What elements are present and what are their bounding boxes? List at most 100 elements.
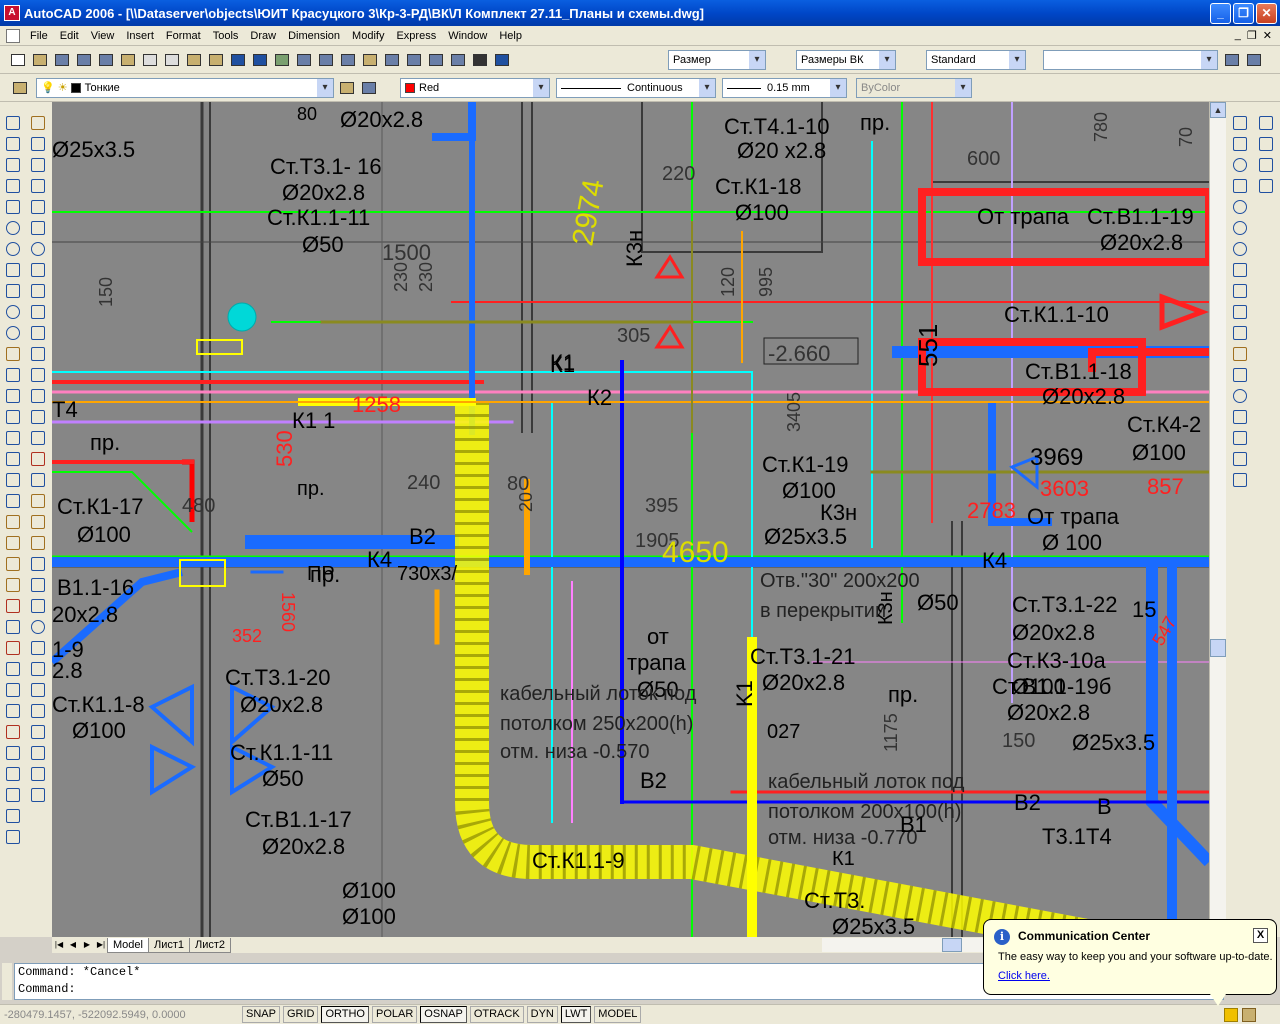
express-tool-2-icon[interactable] [3, 533, 23, 553]
balloon-close-button[interactable]: X [1253, 928, 1268, 943]
offset-icon[interactable] [28, 176, 48, 196]
insert-block-icon[interactable] [3, 344, 23, 364]
revision-cloud-icon[interactable] [3, 260, 23, 280]
doc-minimize-button[interactable]: _ [1235, 29, 1241, 42]
drawing-canvas[interactable]: Ø25x3.5 80 Ø20x2.8 Ст.Т3.1- 16 Ø20x2.8 Ст.К1.… [52, 102, 1209, 937]
continue-dimension-icon[interactable] [1230, 323, 1250, 343]
lock-icon[interactable] [1242, 1007, 1256, 1022]
move-icon[interactable] [28, 218, 48, 238]
region-icon[interactable] [3, 449, 23, 469]
express-tool-1-icon[interactable] [3, 512, 23, 532]
named-view-select[interactable] [1043, 50, 1218, 70]
express-modify-3-icon[interactable] [28, 512, 48, 532]
tool-palettes-icon[interactable] [404, 50, 424, 70]
tab-layout2[interactable]: Лист2 [189, 937, 232, 953]
menu-express[interactable]: Express [390, 26, 442, 46]
express-modify-15-icon[interactable] [28, 764, 48, 784]
stretch-icon[interactable] [28, 281, 48, 301]
color-select[interactable]: Red [400, 78, 550, 98]
lineweight-select[interactable]: 0.15 mm [722, 78, 847, 98]
express-modify-9-icon[interactable] [28, 638, 48, 658]
menu-insert[interactable]: Insert [120, 26, 160, 46]
dimstyle-select[interactable]: Размер [668, 50, 766, 70]
copy-object-icon[interactable] [28, 134, 48, 154]
markup-icon[interactable] [448, 50, 468, 70]
express-tool-10-icon[interactable] [3, 701, 23, 721]
close-button[interactable]: ✕ [1256, 2, 1277, 24]
table-icon[interactable] [3, 470, 23, 490]
quick-leader-icon[interactable] [1230, 344, 1250, 364]
menu-edit[interactable]: Edit [54, 26, 85, 46]
calculator-icon[interactable] [470, 50, 490, 70]
express-tool-12-icon[interactable] [3, 743, 23, 763]
tab-last-icon[interactable]: ▶| [94, 938, 108, 952]
plot-preview-icon[interactable] [96, 50, 116, 70]
express-modify-10-icon[interactable] [28, 659, 48, 679]
express-modify-12-icon[interactable] [28, 701, 48, 721]
break-at-point-icon[interactable] [28, 344, 48, 364]
design-center-icon[interactable] [382, 50, 402, 70]
scale-icon[interactable] [28, 260, 48, 280]
aligned-dimension-icon[interactable] [1230, 134, 1250, 154]
break-icon[interactable] [28, 365, 48, 385]
diameter-dimension-icon[interactable] [1230, 239, 1250, 259]
express-tool-16-icon[interactable] [3, 827, 23, 847]
line-icon[interactable] [3, 113, 23, 133]
scroll-up-arrow[interactable]: ▲ [1210, 102, 1226, 118]
draworder-back-icon[interactable] [1256, 155, 1276, 175]
multiline-text-icon[interactable] [3, 491, 23, 511]
gradient-icon[interactable] [3, 428, 23, 448]
tab-layout1[interactable]: Лист1 [147, 937, 190, 953]
rotate-icon[interactable] [28, 239, 48, 259]
express-modify-16-icon[interactable] [28, 785, 48, 805]
vertical-scrollbar[interactable]: ▲ ▼ [1209, 102, 1226, 937]
explode-icon[interactable] [28, 449, 48, 469]
model-toggle[interactable]: MODEL [594, 1006, 642, 1023]
menu-dimension[interactable]: Dimension [282, 26, 346, 46]
express-tool-4-icon[interactable] [3, 575, 23, 595]
cut-icon[interactable] [140, 50, 160, 70]
grid-toggle[interactable]: GRID [282, 1006, 319, 1023]
tolerance-icon[interactable] [1230, 365, 1250, 385]
jogged-dimension-icon[interactable] [1230, 218, 1250, 238]
arc-icon[interactable] [3, 218, 23, 238]
menu-tools[interactable]: Tools [207, 26, 245, 46]
express-modify-4-icon[interactable] [28, 533, 48, 553]
menu-window[interactable]: Window [442, 26, 493, 46]
express-tool-7-icon[interactable] [3, 638, 23, 658]
draworder-above-icon[interactable] [1256, 176, 1276, 196]
polygon-icon[interactable] [3, 176, 23, 196]
make-layer-current-icon[interactable] [337, 78, 357, 98]
linetype-select[interactable]: Continuous [556, 78, 716, 98]
otrack-toggle[interactable]: OTRACK [469, 1006, 524, 1023]
construction-line-icon[interactable] [3, 134, 23, 154]
help-icon[interactable] [492, 50, 512, 70]
spline-icon[interactable] [3, 281, 23, 301]
express-tool-15-icon[interactable] [3, 806, 23, 826]
redo-icon[interactable] [250, 50, 270, 70]
draworder-icon[interactable] [1256, 113, 1276, 133]
tablestyle-select[interactable]: Standard [926, 50, 1026, 70]
arc-length-icon[interactable] [1230, 155, 1250, 175]
undo-icon[interactable] [228, 50, 248, 70]
tab-prev-icon[interactable]: ◀ [66, 938, 80, 952]
dimension-update-icon[interactable] [1230, 449, 1250, 469]
express-modify-1-icon[interactable] [28, 470, 48, 490]
pan-icon[interactable] [272, 50, 292, 70]
polar-toggle[interactable]: POLAR [372, 1006, 418, 1023]
snap-toggle[interactable]: SNAP [242, 1006, 280, 1023]
layer-select[interactable]: 💡 ☀ Тонкие [36, 78, 334, 98]
draworder-front-icon[interactable] [1256, 134, 1276, 154]
linear-dimension-icon[interactable] [1230, 113, 1250, 133]
fillet-icon[interactable] [28, 428, 48, 448]
quick-dimension-icon[interactable] [1230, 281, 1250, 301]
express-tool-5-icon[interactable] [3, 596, 23, 616]
express-modify-6-icon[interactable] [28, 575, 48, 595]
express-modify-7-icon[interactable] [28, 596, 48, 616]
dyn-toggle[interactable]: DYN [526, 1006, 558, 1023]
horizontal-scroll-thumb[interactable] [942, 938, 962, 952]
express-modify-5-icon[interactable] [28, 554, 48, 574]
zoom-realtime-icon[interactable] [294, 50, 314, 70]
express-modify-8-icon[interactable] [28, 617, 48, 637]
zoom-window-icon[interactable] [316, 50, 336, 70]
